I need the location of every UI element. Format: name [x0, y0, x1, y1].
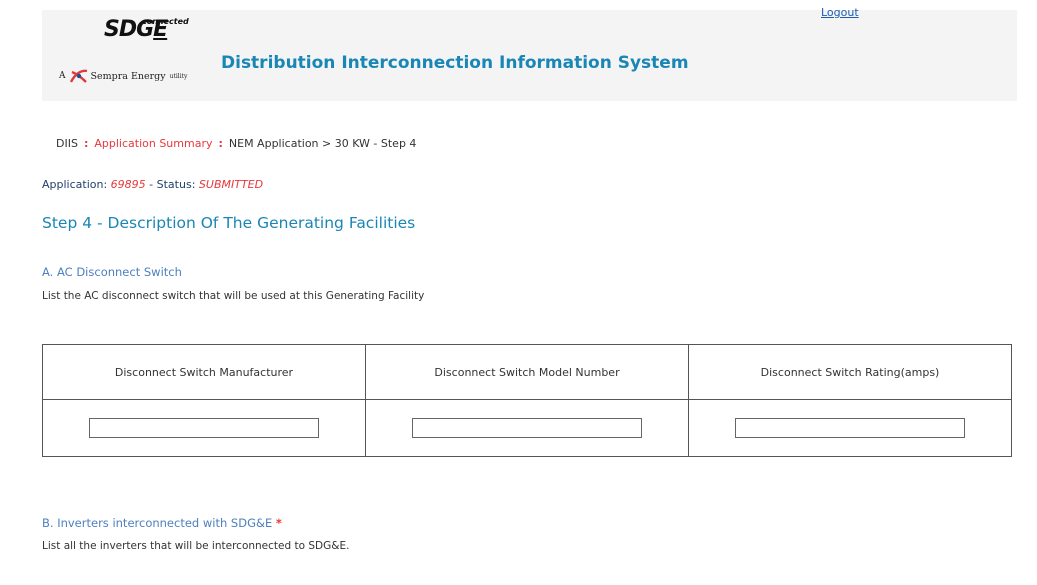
column-header-model-number: Disconnect Switch Model Number — [365, 344, 689, 400]
application-status-line: Application: 69895 - Status: SUBMITTED — [42, 178, 264, 191]
breadcrumb-application-summary[interactable]: Application Summary — [94, 137, 212, 150]
manufacturer-input[interactable] — [89, 418, 319, 438]
breadcrumb-separator-icon: : — [218, 137, 223, 150]
rating-input[interactable] — [735, 418, 965, 438]
breadcrumb: DIIS : Application Summary : NEM Applica… — [56, 137, 416, 150]
application-number: 69895 — [110, 178, 146, 191]
application-status: SUBMITTED — [198, 178, 264, 191]
disconnect-switch-table: Disconnect Switch Manufacturer Disconnec… — [42, 344, 1012, 457]
section-a-title: A. AC Disconnect Switch — [42, 265, 182, 279]
section-b-description: List all the inverters that will be inte… — [42, 540, 350, 552]
breadcrumb-diis[interactable]: DIIS — [56, 137, 78, 150]
step-title: Step 4 - Description Of The Generating F… — [42, 214, 416, 232]
sempra-tagline: A Sempra Energy utility — [59, 68, 187, 84]
section-b-title: B. Inverters interconnected with SDG&E * — [42, 516, 282, 530]
system-title: Distribution Interconnection Information… — [221, 53, 689, 73]
column-header-manufacturer: Disconnect Switch Manufacturer — [42, 344, 366, 400]
header-banner: Logout SDGE connected A Sempra Energy ut… — [42, 6, 1017, 101]
logout-link[interactable]: Logout — [821, 6, 859, 19]
section-a-description: List the AC disconnect switch that will … — [42, 290, 425, 302]
breadcrumb-current: NEM Application > 30 KW - Step 4 — [228, 137, 417, 150]
model-number-input[interactable] — [412, 418, 642, 438]
breadcrumb-separator-icon: : — [83, 137, 89, 150]
sempra-flame-icon — [69, 69, 87, 83]
required-marker: * — [275, 516, 282, 530]
column-header-rating: Disconnect Switch Rating(amps) — [688, 344, 1012, 400]
table-row — [42, 399, 1012, 457]
table-header-row: Disconnect Switch Manufacturer Disconnec… — [42, 344, 1012, 400]
logo-connected-text: connected — [142, 17, 189, 26]
page: Logout SDGE connected A Sempra Energy ut… — [0, 0, 1037, 585]
